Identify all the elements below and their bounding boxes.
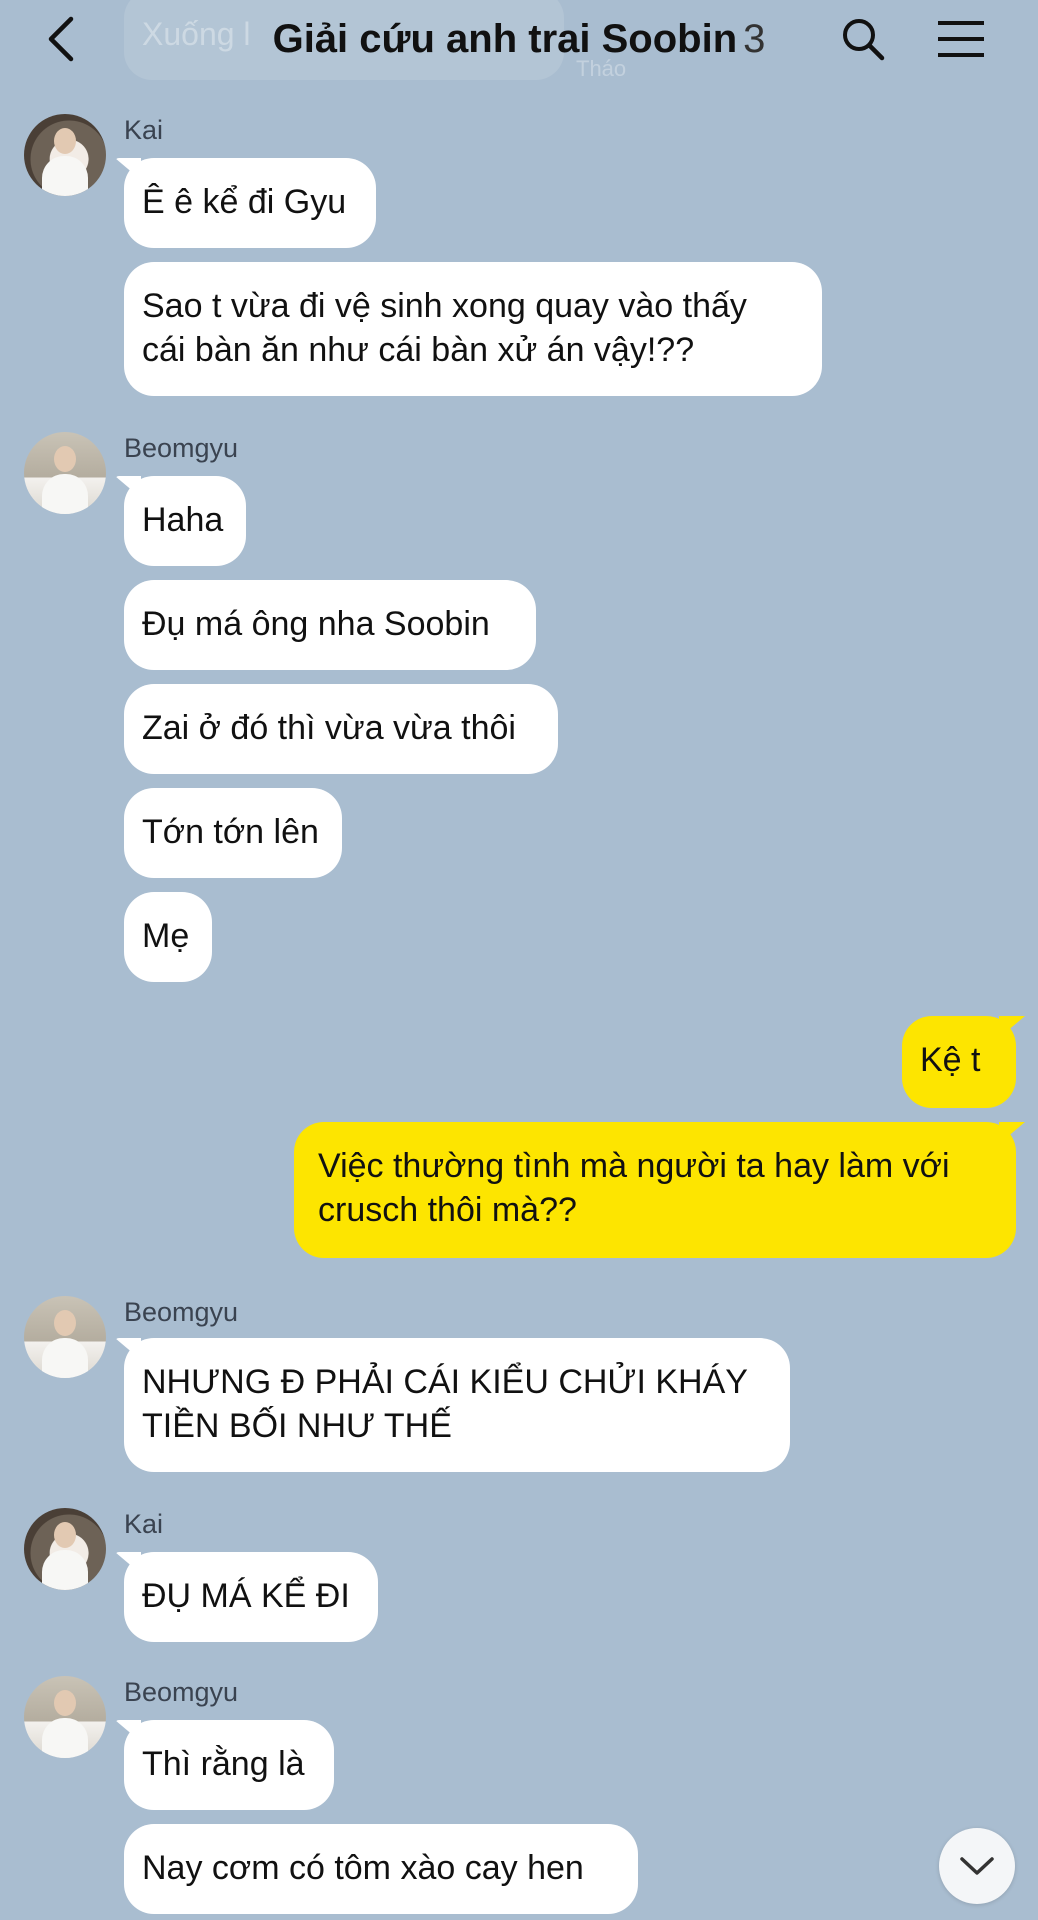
previous-message-text: Xuống l (142, 16, 251, 52)
my-message-bubble[interactable]: Việc thường tình mà người ta hay làm với… (294, 1122, 1016, 1258)
message-bubble[interactable]: Ê ê kể đi Gyu (124, 158, 376, 248)
message-bubble[interactable]: Đụ má ông nha Soobin (124, 580, 536, 670)
message-bubble[interactable]: Zai ở đó thì vừa vừa thôi (124, 684, 558, 774)
sender-name: Beomgyu (124, 1297, 239, 1327)
avatar-beomgyu[interactable] (24, 432, 106, 514)
message-bubble[interactable]: Nay cơm có tôm xào cay hen (124, 1824, 638, 1914)
menu-button[interactable] (934, 12, 988, 66)
chat-area[interactable]: Kai Ê ê kể đi Gyu Sao t vừa đi vệ sinh x… (0, 0, 1038, 1920)
message-bubble[interactable]: ĐỤ MÁ KỂ ĐI (124, 1552, 378, 1642)
chat-header: Xuống l Tháo Giải cứu anh trai Soobin 3 (0, 0, 1038, 81)
hamburger-menu-icon (938, 21, 984, 57)
avatar-kai[interactable] (24, 1508, 106, 1590)
back-button[interactable] (36, 14, 86, 64)
search-button[interactable] (836, 12, 890, 66)
member-count: 3 (743, 17, 766, 61)
avatar-kai[interactable] (24, 114, 106, 196)
scroll-to-bottom-button[interactable] (939, 1828, 1015, 1904)
message-bubble[interactable]: NHƯNG Đ PHẢI CÁI KIỂU CHỬI KHÁY TIỀN BỐI… (124, 1338, 790, 1472)
my-message-bubble[interactable]: Kệ t (902, 1016, 1016, 1108)
message-bubble[interactable]: Sao t vừa đi vệ sinh xong quay vào thấy … (124, 262, 822, 396)
avatar-beomgyu[interactable] (24, 1676, 106, 1758)
message-bubble[interactable]: Tớn tớn lên (124, 788, 342, 878)
chevron-down-icon (960, 1857, 994, 1875)
avatar-beomgyu[interactable] (24, 1296, 106, 1378)
chevron-left-icon (48, 16, 74, 62)
sender-name: Kai (124, 1509, 164, 1539)
sender-name: Beomgyu (124, 1677, 239, 1707)
message-bubble[interactable]: Thì rằng là (124, 1720, 334, 1810)
message-bubble[interactable]: Haha (124, 476, 246, 566)
message-bubble[interactable]: Mẹ (124, 892, 212, 982)
search-icon (843, 19, 885, 61)
sender-name: Beomgyu (124, 433, 239, 463)
sender-name: Kai (124, 115, 164, 145)
previous-message-time: Tháo (576, 56, 627, 81)
